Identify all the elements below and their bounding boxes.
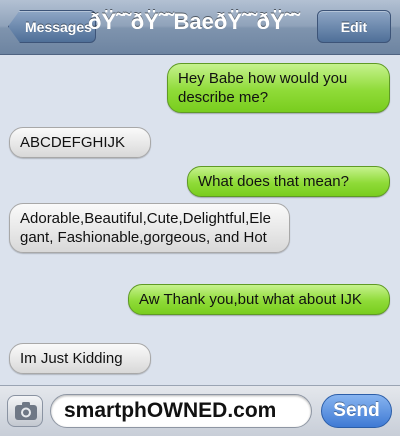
message-bubble-received: ABCDEFGHIJK bbox=[9, 127, 151, 158]
message-bubble-received: Im Just Kidding bbox=[9, 343, 151, 374]
edit-button[interactable]: Edit bbox=[317, 10, 391, 43]
back-button[interactable]: Messages bbox=[8, 10, 96, 43]
composer-bar: smartphOWNED.com Send bbox=[0, 385, 400, 436]
message-bubble-received: Adorable,Beautiful,Cute,Delightful,Elega… bbox=[9, 203, 290, 253]
message-bubble-sent: Aw Thank you,but what about IJK bbox=[128, 284, 390, 315]
camera-icon bbox=[15, 402, 37, 420]
conversation-title: ðŸ˜˜ðŸ˜˜BaeðŸ˜˜ðŸ˜˜ bbox=[88, 9, 300, 34]
message-input[interactable]: smartphOWNED.com bbox=[50, 394, 312, 428]
message-bubble-sent: What does that mean? bbox=[187, 166, 390, 197]
message-bubble-sent: Hey Babe how would you describe me? bbox=[167, 63, 390, 113]
send-button[interactable]: Send bbox=[321, 394, 392, 428]
camera-button[interactable] bbox=[7, 395, 43, 427]
nav-bar: Messages ðŸ˜˜ðŸ˜˜BaeðŸ˜˜ðŸ˜˜ Edit bbox=[0, 0, 400, 55]
